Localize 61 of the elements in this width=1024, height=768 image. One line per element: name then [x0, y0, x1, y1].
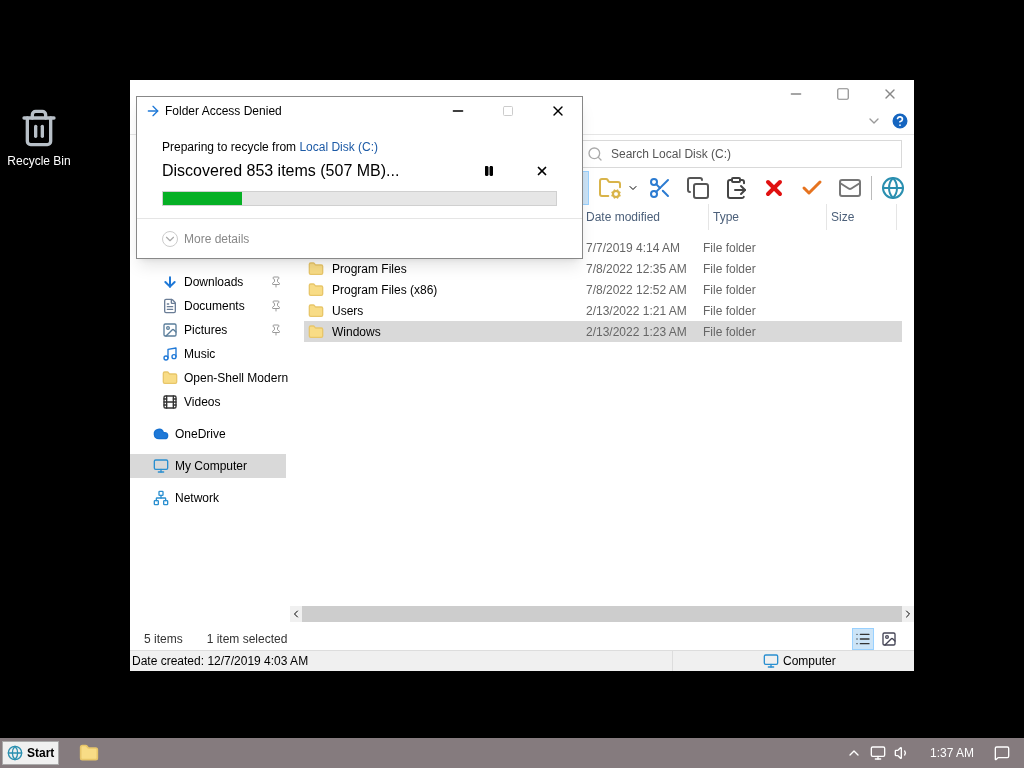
pin-icon: [270, 324, 282, 336]
folder-icon: [308, 302, 324, 319]
pin-icon: [270, 300, 282, 312]
file-row[interactable]: Users 2/13/2022 1:21 AM File folder: [304, 300, 902, 321]
progress-status: Discovered 853 items (507 MB)...: [162, 161, 401, 181]
picture-icon: [162, 322, 178, 338]
download-icon: [162, 274, 178, 290]
desktop-icon-label[interactable]: Recycle Bin: [7, 152, 71, 170]
file-row[interactable]: Program Files 7/8/2022 12:35 AM File folder: [304, 258, 902, 279]
sidebar-item[interactable]: Open-Shell Modern: [130, 366, 290, 390]
dialog-title: Folder Access Denied: [165, 103, 283, 120]
sidebar-item[interactable]: Pictures: [130, 318, 290, 342]
clock[interactable]: 1:37 AM: [929, 744, 974, 762]
dialog-message: Preparing to recycle from Local Disk (C:): [162, 139, 380, 156]
maximize-icon: [502, 105, 514, 117]
sidebar-item[interactable]: Documents: [130, 294, 290, 318]
folder-icon: [162, 370, 178, 386]
sidebar-item[interactable]: Downloads: [130, 270, 290, 294]
source-link[interactable]: Local Disk (C:): [299, 140, 379, 154]
help-icon[interactable]: [890, 111, 910, 131]
folder-icon: [308, 281, 324, 298]
cloud-icon: [153, 426, 169, 442]
more-details[interactable]: More details: [184, 229, 250, 248]
move-icon: [145, 103, 161, 119]
film-icon: [162, 394, 178, 410]
scrollbar-thumb[interactable]: [302, 606, 902, 622]
search-field[interactable]: Search Local Disk (C:): [582, 139, 902, 168]
pin-icon: [270, 276, 282, 288]
column-header[interactable]: Size: [827, 204, 897, 230]
pause-icon[interactable]: [483, 165, 495, 177]
folder-icon: [308, 323, 324, 340]
sidebar-item[interactable]: Videos: [130, 390, 290, 414]
selection-count: 1 item selected: [206, 631, 288, 648]
network-icon[interactable]: [869, 745, 886, 761]
cancel-icon[interactable]: [535, 164, 549, 178]
item-count: 5 items: [144, 631, 183, 648]
start-button[interactable]: Start: [2, 741, 60, 765]
file-explorer-icon[interactable]: [79, 743, 100, 763]
sidebar-item[interactable]: Music: [130, 342, 290, 366]
search-icon: [587, 145, 603, 162]
file-row[interactable]: Program Files (x86) 7/8/2022 12:52 AM File folder: [304, 279, 902, 300]
globe-icon: [7, 745, 23, 761]
maximize-icon[interactable]: [836, 87, 850, 101]
notification-icon[interactable]: [994, 745, 1010, 761]
sidebar-item[interactable]: OneDrive: [130, 422, 290, 446]
image-icon: [881, 631, 897, 647]
file-row[interactable]: Windows 2/13/2022 1:23 AM File folder: [304, 321, 902, 342]
search-input[interactable]: Search Local Disk (C:): [611, 144, 897, 163]
list-icon: [855, 631, 871, 647]
date-created: Date created: 12/7/2019 4:03 AM: [132, 653, 310, 670]
music-icon: [162, 346, 178, 362]
sidebar-item[interactable]: Network: [130, 486, 290, 510]
computer-icon: [153, 458, 169, 474]
sidebar-item[interactable]: My Computer: [130, 454, 286, 478]
folder-icon: [308, 260, 324, 277]
details-view-button[interactable]: [852, 628, 874, 650]
zone-label: Computer: [783, 653, 836, 670]
column-header[interactable]: Type: [709, 204, 827, 230]
computer-icon: [763, 653, 779, 669]
network-icon: [153, 490, 169, 506]
document-icon: [162, 298, 178, 314]
